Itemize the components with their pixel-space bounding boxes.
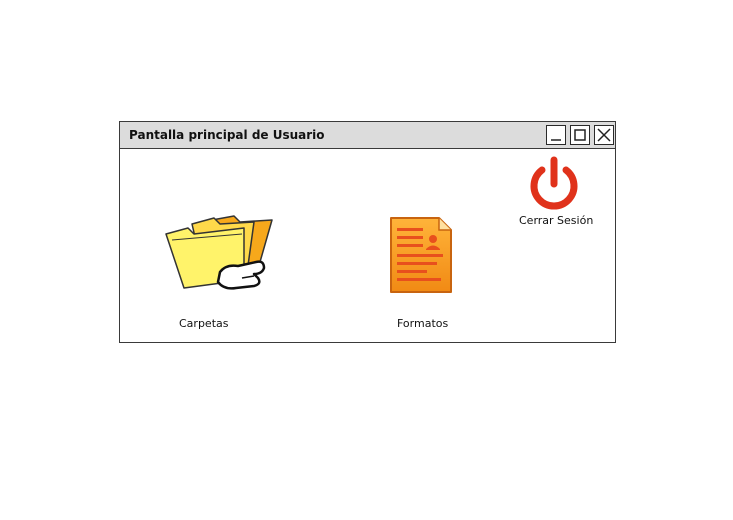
document-form-icon [387, 216, 455, 296]
logout-label: Cerrar Sesión [519, 214, 594, 227]
close-button[interactable] [594, 125, 614, 145]
close-icon [597, 128, 611, 142]
maximize-button[interactable] [570, 125, 590, 145]
power-icon [528, 156, 580, 212]
carpetas-label: Carpetas [179, 317, 229, 330]
title-bar[interactable]: Pantalla principal de Usuario [120, 122, 615, 149]
formatos-tile[interactable]: Formatos [382, 212, 472, 337]
minimize-button[interactable] [546, 125, 566, 145]
main-window: Pantalla principal de Usuario Carpetas F… [119, 121, 616, 343]
folders-hand-icon [164, 212, 276, 294]
maximize-icon [574, 129, 586, 141]
logout-button[interactable]: Cerrar Sesión [516, 156, 606, 231]
carpetas-tile[interactable]: Carpetas [160, 207, 290, 337]
minimize-icon [551, 139, 561, 141]
formatos-label: Formatos [397, 317, 449, 330]
window-title: Pantalla principal de Usuario [129, 128, 325, 142]
